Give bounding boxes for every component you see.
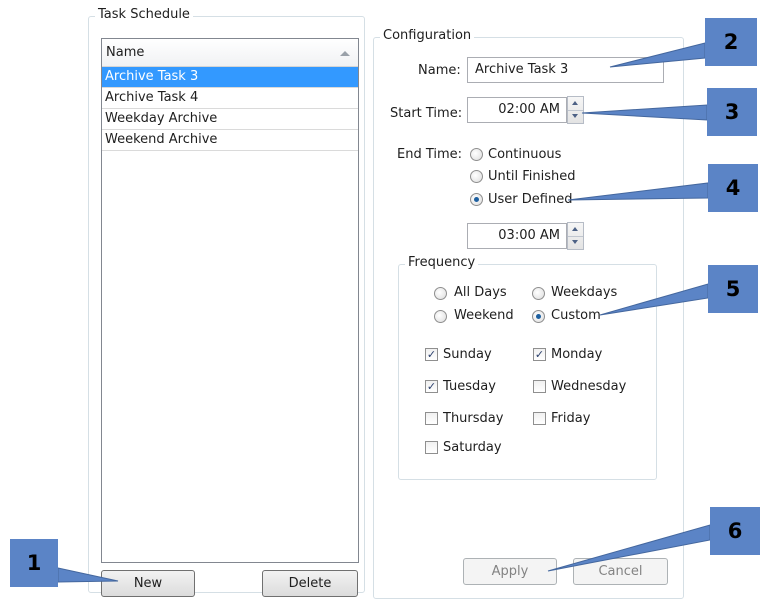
- callout-1: 1: [10, 539, 58, 587]
- callout-pointer-1: [57, 567, 119, 583]
- callout-4: 4: [708, 164, 758, 212]
- callout-pointer-2: [609, 42, 706, 68]
- callout-6: 6: [710, 507, 760, 555]
- callout-pointer-3: [581, 104, 708, 121]
- callout-3: 3: [707, 88, 757, 136]
- callout-pointer-5: [599, 283, 709, 316]
- callout-2: 2: [705, 18, 757, 66]
- callout-pointer-6: [547, 524, 711, 572]
- callout-pointer-4: [567, 182, 709, 201]
- callout-5: 5: [708, 265, 758, 313]
- callout-pointers: [57, 42, 711, 583]
